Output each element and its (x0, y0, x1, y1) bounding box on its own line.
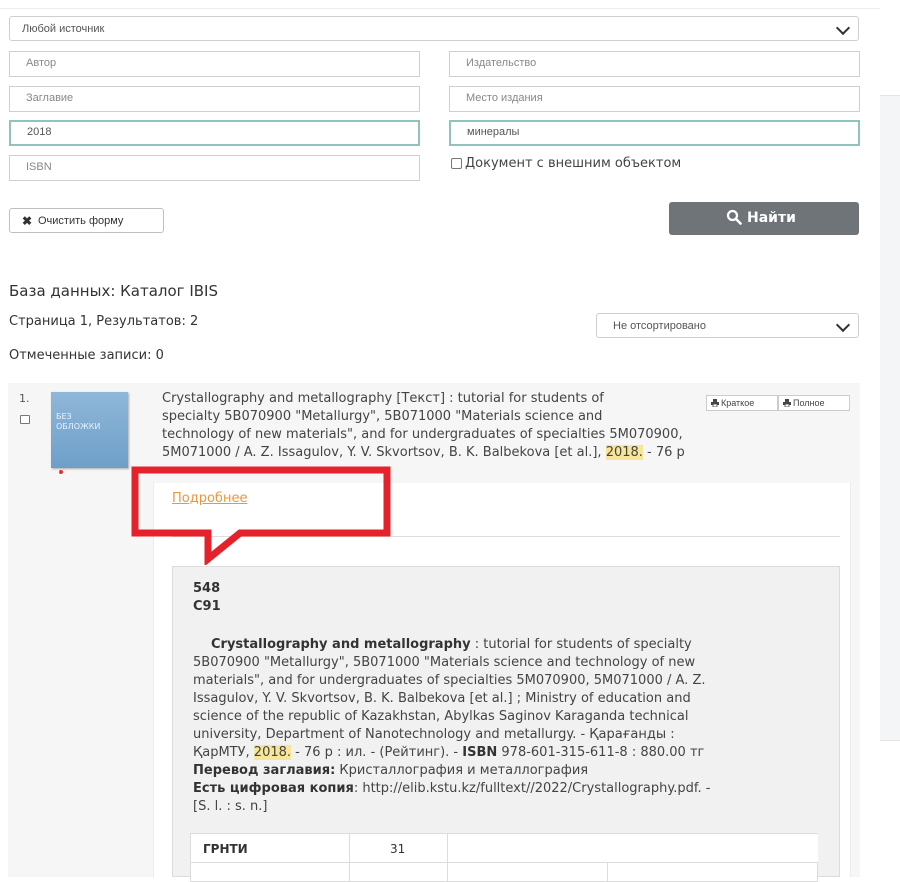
description-line: Issagulov, Y. V. Skvortsov, B. K. Balbek… (193, 691, 691, 706)
table-cell (447, 862, 608, 882)
description-line: ҚарМТУ, 2018. - 76 р : ил. - (Рейтинг). … (193, 744, 704, 762)
top-divider (0, 0, 880, 9)
description-text: : tutorial for students of specialty (470, 637, 692, 652)
source-select[interactable]: Любой источник (9, 16, 859, 41)
external-object-checkbox[interactable] (451, 158, 462, 169)
digital-copy-value[interactable]: : http://elib.kstu.kz/fulltext//2022/Cry… (354, 781, 711, 796)
print-icon (783, 399, 791, 407)
table-cell: 31 (349, 833, 448, 863)
right-sidebar (880, 0, 900, 878)
description-line: Перевод заглавия: Кристаллография и мета… (193, 762, 588, 780)
description-title: Crystallography and metallography (211, 637, 471, 652)
source-select-value: Любой источник (22, 23, 105, 35)
table-cell (190, 862, 350, 882)
extent-text: - 76 р : ил. - (Рейтинг). - (291, 745, 463, 760)
clear-form-label: Очистить форму (38, 215, 124, 227)
cover-text: БЕЗ ОБЛОЖКИ (56, 412, 101, 431)
table-cell (447, 833, 818, 863)
record-title-line: specialty 5B070900 "Metallurgy", 5B07100… (162, 409, 603, 424)
description-line: Есть цифровая копия: http://elib.kstu.kz… (193, 780, 710, 798)
translation-value: Кристаллография и металлография (335, 763, 589, 778)
chevron-down-icon (835, 317, 851, 332)
clear-form-button[interactable]: ✖ Очистить форму (9, 208, 164, 233)
isbn-label: ISBN (462, 745, 498, 760)
grnti-label: ГРНТИ (203, 842, 248, 856)
marked-records: Отмеченные записи: 0 (9, 348, 164, 363)
record-title-line: technology of new materials", and for un… (162, 427, 683, 442)
classification-code: 548 (193, 581, 221, 596)
year-field[interactable]: 2018 (9, 120, 420, 146)
main-area: Любой источник Автор Издательство Заглав… (0, 0, 880, 882)
author-field[interactable]: Автор (9, 51, 420, 77)
publisher-field[interactable]: Издательство (449, 51, 860, 77)
description-line: 5B070900 "Metallurgy", 5B071000 "Materia… (193, 655, 696, 670)
print-icon (711, 399, 719, 407)
brief-label: Краткое (721, 398, 755, 408)
record-title-line: Crystallography and metallography [Текст… (162, 391, 604, 406)
rubric-table: ГРНТИ 31 (190, 833, 818, 882)
record-title-authors: 5M071000 / A. Z. Issagulov, Y. V. Skvort… (162, 445, 606, 460)
record-number: 1. (19, 392, 30, 405)
sort-select[interactable]: Не отсортировано (596, 313, 859, 338)
record-title-line: 5M071000 / A. Z. Issagulov, Y. V. Skvort… (162, 444, 685, 462)
table-cell: ГРНТИ (190, 833, 350, 863)
sidebar-panel (880, 740, 900, 878)
page-info: Страница 1, Результатов: 2 (9, 314, 199, 329)
keyword-field[interactable]: минералы (449, 120, 860, 146)
description-line: university, Department of Nanotechnology… (193, 727, 675, 742)
brief-print-button[interactable]: Краткое (706, 395, 778, 411)
close-icon: ✖ (22, 214, 33, 228)
table-cell (349, 862, 448, 882)
database-label: База данных: Каталог IBIS (9, 282, 218, 300)
record-title-pages: - 76 р (642, 445, 685, 460)
divider (172, 536, 840, 537)
find-button[interactable]: Найти (669, 202, 859, 235)
description-line: [S. l. : s. n.] (193, 799, 268, 814)
isbn-field[interactable]: ISBN (9, 155, 420, 181)
sort-select-value: Не отсортировано (613, 320, 706, 332)
record-checkbox[interactable] (20, 415, 30, 424)
book-cover[interactable]: БЕЗ ОБЛОЖКИ (51, 392, 128, 468)
chevron-down-icon (835, 20, 851, 35)
isbn-value: 978-601-315-611-8 : 880.00 тг (497, 745, 705, 760)
search-icon (726, 209, 742, 225)
place-field[interactable]: Место издания (449, 86, 860, 112)
highlighted-year: 2018. (605, 445, 643, 460)
title-field[interactable]: Заглавие (9, 86, 420, 112)
table-cell (607, 862, 818, 882)
highlighted-year: 2018. (253, 745, 292, 760)
full-print-button[interactable]: Полное (778, 395, 850, 411)
description-line: science of the republic of Kazakhstan, A… (193, 709, 689, 724)
digital-copy-label: Есть цифровая копия (193, 781, 354, 796)
grnti-value: 31 (390, 842, 406, 856)
description-line: Crystallography and metallography : tuto… (211, 636, 692, 654)
status-dot (59, 470, 63, 474)
sidebar-panel (880, 0, 900, 96)
author-mark: С91 (193, 599, 221, 614)
translation-label: Перевод заглавия: (193, 763, 336, 778)
find-button-label: Найти (747, 210, 796, 226)
external-object-label: Документ с внешним объектом (465, 156, 682, 171)
full-label: Полное (793, 398, 825, 408)
publisher-text: ҚарМТУ, (193, 745, 254, 760)
description-line: materials", and for undergraduates of sp… (193, 673, 706, 688)
more-link[interactable]: Подробнее (172, 491, 247, 506)
